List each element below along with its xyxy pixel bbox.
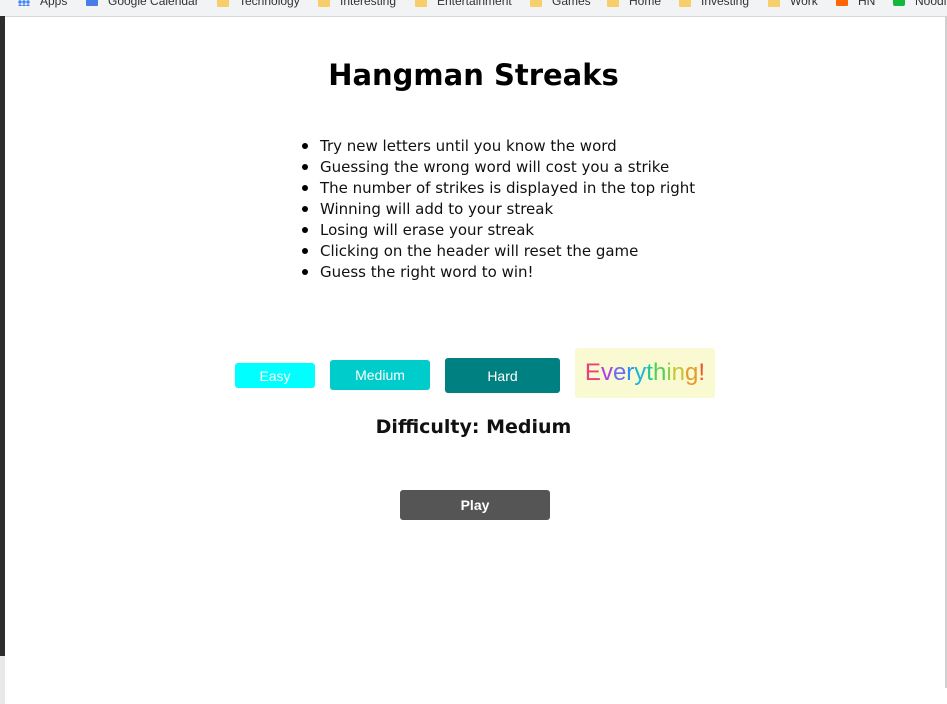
everything-button-label: Everything! xyxy=(584,359,706,386)
bookmark-label: HN xyxy=(858,0,876,8)
easy-button[interactable]: Easy xyxy=(235,363,315,388)
bookmark-label: Google Calendar xyxy=(108,0,199,8)
bookmarks-bar: Apps Google Calendar Technology Interest… xyxy=(0,0,947,17)
rule-item: Guess the right word to win! xyxy=(301,262,695,283)
bookmark-hn[interactable]: HN xyxy=(836,0,875,9)
bookmark-google-calendar[interactable]: Google Calendar xyxy=(86,0,199,9)
rule-item: Try new letters until you know the word xyxy=(301,136,695,157)
bookmark-work[interactable]: Work xyxy=(768,0,818,9)
medium-button[interactable]: Medium xyxy=(330,360,430,390)
bookmark-label: Work xyxy=(790,0,818,8)
rule-item: Guessing the wrong word will cost you a … xyxy=(301,157,695,178)
calendar-icon xyxy=(86,0,98,6)
folder-icon xyxy=(530,0,542,7)
play-button[interactable]: Play xyxy=(400,490,550,520)
bookmark-games[interactable]: Games xyxy=(530,0,591,9)
apps-grid-icon xyxy=(18,0,30,6)
folder-icon xyxy=(217,0,229,7)
bookmark-label: Home xyxy=(629,0,662,8)
folder-icon xyxy=(679,0,691,7)
folder-icon xyxy=(318,0,330,7)
rule-item: The number of strikes is displayed in th… xyxy=(301,179,696,197)
bookmark-home[interactable]: Home xyxy=(607,0,661,9)
bookmark-apps[interactable]: Apps xyxy=(18,0,67,9)
rules-list: Try new letters until you know the word … xyxy=(301,136,696,283)
bookmark-label: Technology xyxy=(239,0,300,8)
bookmark-label: Games xyxy=(552,0,591,8)
bookmark-technology[interactable]: Technology xyxy=(217,0,300,9)
hn-icon xyxy=(836,0,848,6)
bookmark-label: Entertainment xyxy=(437,0,512,8)
bookmark-noodl[interactable]: Noodl xyxy=(893,0,946,9)
rule-item: Winning will add to your streak xyxy=(301,199,695,220)
difficulty-status: Difficulty: Medium xyxy=(375,416,572,438)
bookmark-interesting[interactable]: Interesting xyxy=(318,0,396,9)
bookmark-label: Noodl xyxy=(915,0,947,8)
noodle-icon xyxy=(893,0,905,6)
bookmark-label: Apps xyxy=(40,0,68,8)
everything-button[interactable]: Everything! xyxy=(575,348,715,398)
folder-icon xyxy=(415,0,427,7)
bookmark-label: Investing xyxy=(701,0,750,8)
window-edge xyxy=(0,16,5,704)
hard-button[interactable]: Hard xyxy=(445,358,560,393)
rule-item: Losing will erase your streak xyxy=(301,220,695,241)
page-title[interactable]: Hangman Streaks xyxy=(0,58,947,92)
rule-item: Clicking on the header will reset the ga… xyxy=(301,241,695,262)
bookmark-entertainment[interactable]: Entertainment xyxy=(415,0,512,9)
folder-icon xyxy=(768,0,780,7)
bookmark-label: Interesting xyxy=(340,0,397,8)
bookmark-investing[interactable]: Investing xyxy=(679,0,749,9)
folder-icon xyxy=(607,0,619,7)
